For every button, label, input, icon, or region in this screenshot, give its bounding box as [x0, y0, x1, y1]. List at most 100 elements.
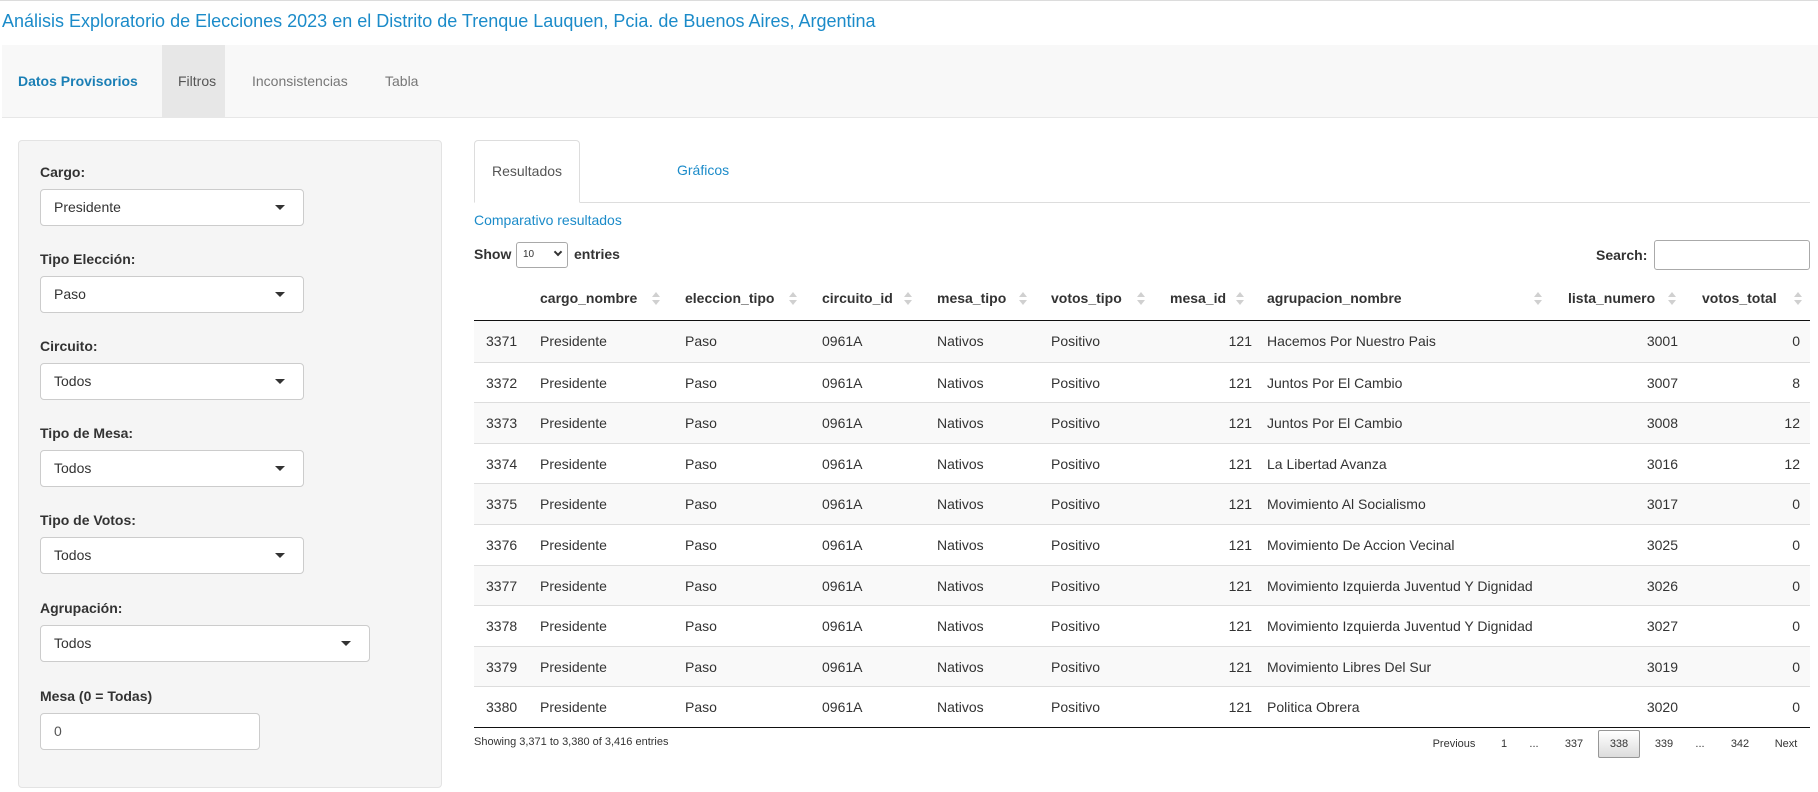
- tipo-mesa-label: Tipo de Mesa:: [40, 425, 134, 441]
- col-header-cargo-nombre[interactable]: cargo_nombre: [540, 278, 637, 320]
- pagination-page-1[interactable]: 1: [1494, 730, 1514, 758]
- pagination-previous[interactable]: Previous: [1424, 730, 1484, 758]
- search-input[interactable]: [1654, 240, 1810, 270]
- tipo-eleccion-select[interactable]: Paso: [40, 276, 304, 313]
- circuito-label: Circuito:: [40, 338, 98, 354]
- votos-total-cell: 0: [1792, 496, 1800, 513]
- cargo-select[interactable]: Presidente: [40, 189, 304, 226]
- lista-numero-cell: 3019: [1646, 658, 1678, 675]
- votos-tipo-cell: Positivo: [1051, 699, 1101, 716]
- agrupacion-label: Agrupación:: [40, 600, 123, 616]
- tipo-mesa-select[interactable]: Todos: [40, 450, 304, 487]
- search-label: Search:: [1596, 247, 1648, 263]
- pagination-next[interactable]: Next: [1766, 730, 1806, 758]
- eleccion-tipo-cell: Paso: [685, 455, 717, 472]
- col-header-votos-tipo[interactable]: votos_tipo: [1051, 278, 1122, 320]
- circuito-id-cell: 0961A: [822, 618, 863, 635]
- eleccion-tipo-cell: Paso: [685, 699, 717, 716]
- agrupacion-select[interactable]: Todos: [40, 625, 370, 662]
- votos-total-cell: 8: [1792, 374, 1800, 391]
- comparativo-resultados-link[interactable]: Comparativo resultados: [474, 212, 622, 228]
- circuito-id-cell: 0961A: [822, 699, 863, 716]
- mesa-tipo-cell: Nativos: [937, 496, 984, 513]
- nav-item-filtros[interactable]: Filtros: [162, 45, 225, 117]
- circuito-id-cell: 0961A: [822, 537, 863, 553]
- tab-resultados[interactable]: Resultados: [474, 140, 581, 203]
- nav-item-inconsistencias[interactable]: Inconsistencias: [236, 45, 364, 117]
- tipo-votos-select[interactable]: Todos: [40, 537, 304, 574]
- entries-length-select[interactable]: 10: [516, 242, 568, 268]
- agrupacion-nombre-cell: Politica Obrera: [1267, 699, 1360, 716]
- eleccion-tipo-cell: Paso: [685, 618, 717, 635]
- table-row: 3374 Presidente Paso 0961A Nativos Positivo 12…: [474, 442, 1810, 484]
- mesa-tipo-cell: Nativos: [937, 455, 984, 472]
- row-index-cell: 3378: [486, 618, 518, 635]
- agrupacion-nombre-cell: Movimiento Al Socialismo: [1267, 496, 1426, 513]
- row-index-cell: 3380: [486, 699, 518, 716]
- col-header-lista-numero[interactable]: lista_numero: [1568, 278, 1655, 320]
- col-header-eleccion-tipo[interactable]: eleccion_tipo: [685, 278, 774, 320]
- mesa-id-cell: 121: [1228, 537, 1252, 553]
- tab-graficos[interactable]: Gráficos: [660, 140, 746, 203]
- agrupacion-nombre-cell: Movimiento De Accion Vecinal: [1267, 537, 1455, 553]
- col-header-votos-total[interactable]: votos_total: [1702, 278, 1777, 320]
- mesa-id-cell: 121: [1228, 496, 1252, 513]
- pagination-page-337[interactable]: 337: [1556, 730, 1592, 758]
- caret-down-icon: [341, 641, 351, 646]
- votos-tipo-cell: Positivo: [1051, 496, 1101, 513]
- filter-sidebar: Cargo: Presidente Tipo Elección: Paso Ci…: [18, 140, 442, 788]
- show-label: Show: [474, 246, 512, 262]
- eleccion-tipo-cell: Paso: [685, 333, 717, 349]
- col-header-mesa-tipo[interactable]: mesa_tipo: [937, 278, 1006, 320]
- circuito-select[interactable]: Todos: [40, 363, 304, 400]
- mesa-input[interactable]: 0: [40, 713, 260, 750]
- row-index-cell: 3376: [486, 537, 518, 553]
- navbar: Datos Provisorios Filtros Inconsistencia…: [2, 45, 1818, 118]
- sort-icon: [1019, 289, 1027, 307]
- pagination-page-342[interactable]: 342: [1722, 730, 1758, 758]
- nav-item-tabla[interactable]: Tabla: [369, 45, 434, 117]
- cargo-nombre-cell: Presidente: [540, 333, 607, 349]
- table-row: 3379 Presidente Paso 0961A Nativos Positivo 12…: [474, 645, 1810, 687]
- cargo-nombre-cell: Presidente: [540, 455, 607, 472]
- lista-numero-cell: 3016: [1646, 455, 1678, 472]
- votos-tipo-cell: Positivo: [1051, 333, 1101, 349]
- tipo-eleccion-label: Tipo Elección:: [40, 251, 136, 267]
- votos-total-cell: 0: [1792, 577, 1800, 594]
- col-header-agrupacion-nombre[interactable]: agrupacion_nombre: [1267, 278, 1402, 320]
- pagination-page-339[interactable]: 339: [1646, 730, 1682, 758]
- mesa-id-cell: 121: [1228, 455, 1252, 472]
- table-header: cargo_nombre eleccion_tipo circuito_id m…: [474, 278, 1810, 321]
- eleccion-tipo-cell: Paso: [685, 537, 717, 553]
- col-header-mesa-id[interactable]: mesa_id: [1170, 278, 1226, 320]
- agrupacion-nombre-cell: Juntos Por El Cambio: [1267, 374, 1403, 391]
- cargo-nombre-cell: Presidente: [540, 618, 607, 635]
- nav-item-datos-provisorios[interactable]: Datos Provisorios: [2, 45, 154, 117]
- circuito-id-cell: 0961A: [822, 658, 863, 675]
- table-row: 3376 Presidente Paso 0961A Nativos Positivo 12…: [474, 524, 1810, 565]
- mesa-tipo-cell: Nativos: [937, 699, 984, 716]
- cargo-nombre-cell: Presidente: [540, 699, 607, 716]
- caret-down-icon: [275, 466, 285, 471]
- tipo-eleccion-value: Paso: [54, 286, 86, 302]
- col-header-circuito-id[interactable]: circuito_id: [822, 278, 893, 320]
- pagination-page-338-current[interactable]: 338: [1598, 730, 1640, 758]
- top-border: [0, 0, 1818, 1]
- sort-icon: [1794, 289, 1802, 307]
- mesa-tipo-cell: Nativos: [937, 333, 984, 349]
- mesa-tipo-cell: Nativos: [937, 374, 984, 391]
- row-index-cell: 3375: [486, 496, 518, 513]
- caret-down-icon: [275, 553, 285, 558]
- table-row: 3377 Presidente Paso 0961A Nativos Positivo 12…: [474, 564, 1810, 606]
- caret-down-icon: [275, 379, 285, 384]
- sort-icon: [1534, 289, 1542, 307]
- votos-tipo-cell: Positivo: [1051, 374, 1101, 391]
- lista-numero-cell: 3025: [1646, 537, 1678, 553]
- lista-numero-cell: 3020: [1646, 699, 1678, 716]
- circuito-id-cell: 0961A: [822, 374, 863, 391]
- sort-icon: [652, 289, 660, 307]
- cargo-nombre-cell: Presidente: [540, 577, 607, 594]
- mesa-id-cell: 121: [1228, 577, 1252, 594]
- pagination-ellipsis: ...: [1695, 738, 1705, 750]
- circuito-id-cell: 0961A: [822, 415, 863, 432]
